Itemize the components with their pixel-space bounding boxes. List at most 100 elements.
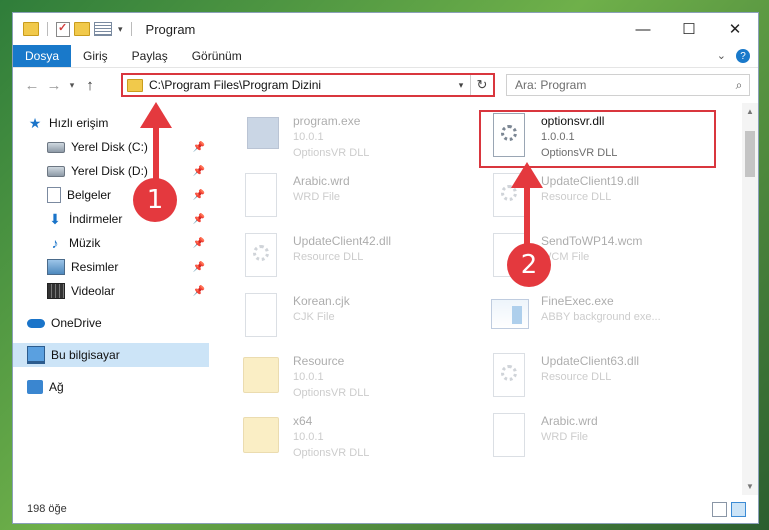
file-icon <box>485 411 533 461</box>
annotation-arrow-2 <box>524 186 530 248</box>
file-item[interactable]: UpdateClient42.dll Resource DLL <box>237 231 477 287</box>
file-type: WRD File <box>541 431 589 443</box>
file-icon <box>237 291 285 341</box>
sidebar-item-onedrive[interactable]: OneDrive <box>13 311 209 335</box>
address-bar[interactable]: C:\Program Files\Program Dizini ▾ ↻ <box>121 73 495 97</box>
sidebar-item-music[interactable]: ♪ Müzik 📌 <box>13 231 209 255</box>
pin-icon[interactable]: 📌 <box>193 142 205 153</box>
file-name: FineExec.exe <box>541 294 614 308</box>
scroll-thumb[interactable] <box>745 131 755 177</box>
file-item[interactable]: FineExec.exe ABBY background exe... <box>485 291 725 347</box>
close-button[interactable]: ✕ <box>712 13 758 45</box>
file-name: UpdateClient63.dll <box>541 354 640 368</box>
folder-icon <box>237 351 285 401</box>
pin-icon[interactable]: 📌 <box>193 262 205 273</box>
file-version: 10.0.1 <box>293 431 324 443</box>
annotation-badge-1: 1 <box>133 178 177 222</box>
sidebar-item-network[interactable]: Ağ <box>13 375 209 399</box>
file-description: OptionsVR DLL <box>293 147 370 159</box>
large-icons-view-icon[interactable] <box>731 502 746 517</box>
sidebar-item-label: İndirmeler <box>69 212 123 226</box>
status-bar: 198 öğe <box>13 495 758 523</box>
highlight-box-file <box>479 110 716 168</box>
window-controls: — ☐ ✕ <box>620 13 758 45</box>
file-item[interactable]: Arabic.wrd WRD File <box>237 171 477 227</box>
sidebar-item-label: OneDrive <box>51 316 102 330</box>
view-buttons <box>712 502 746 517</box>
sidebar-item-label: Bu bilgisayar <box>51 348 120 362</box>
sidebar-item-label: Hızlı erişim <box>49 116 109 130</box>
ribbon-right: ⌄ ? <box>717 49 750 63</box>
scroll-up-icon[interactable]: ▲ <box>746 107 754 116</box>
downloads-icon: ⬇ <box>49 211 61 227</box>
sidebar-item-this-pc[interactable]: Bu bilgisayar <box>13 343 209 367</box>
title-bar: ▾ Program — ☐ ✕ <box>13 13 758 45</box>
divider <box>130 22 132 36</box>
tab-share[interactable]: Paylaş <box>120 45 180 67</box>
file-type: CJK File <box>293 311 335 323</box>
pin-icon[interactable]: 📌 <box>193 286 205 297</box>
properties-check-icon[interactable] <box>56 21 70 37</box>
file-type: Resource DLL <box>541 191 612 203</box>
up-arrow-icon[interactable]: ↑ <box>79 77 101 94</box>
address-path[interactable]: C:\Program Files\Program Dizini <box>149 78 452 92</box>
drive-icon <box>47 141 65 153</box>
scroll-down-icon[interactable]: ▼ <box>746 482 754 491</box>
sidebar-item-label: Yerel Disk (C:) <box>71 140 148 154</box>
search-icon: ⌕ <box>735 77 743 92</box>
sidebar-item-documents[interactable]: Belgeler 📌 <box>13 183 209 207</box>
sidebar-item-quick-access[interactable]: ★ Hızlı erişim <box>13 111 209 135</box>
sidebar-item-label: Belgeler <box>67 188 112 202</box>
help-icon[interactable]: ? <box>736 49 750 63</box>
search-placeholder[interactable]: Ara: Program <box>515 78 729 92</box>
sidebar-item-downloads[interactable]: ⬇ İndirmeler 📌 <box>13 207 209 231</box>
file-type: Resource DLL <box>293 251 364 263</box>
sidebar-item-label: Müzik <box>69 236 101 250</box>
tab-file[interactable]: Dosya <box>13 45 71 67</box>
tab-home[interactable]: Giriş <box>71 45 120 67</box>
details-view-icon[interactable] <box>712 502 727 517</box>
pictures-icon <box>47 259 65 275</box>
file-version: 10.0.1 <box>293 371 324 383</box>
forward-arrow-icon[interactable]: → <box>43 77 65 94</box>
minimize-button[interactable]: — <box>620 13 666 45</box>
pin-icon[interactable]: 📌 <box>193 238 205 249</box>
expand-ribbon-icon[interactable]: ⌄ <box>717 49 726 63</box>
file-item[interactable]: Korean.cjk CJK File <box>237 291 477 347</box>
chevron-down-icon[interactable]: ▾ <box>118 24 123 35</box>
sidebar-item-videos[interactable]: Videolar 📌 <box>13 279 209 303</box>
navigation-bar: ← → ▾ ↑ C:\Program Files\Program Dizini … <box>13 68 758 102</box>
maximize-button[interactable]: ☐ <box>666 13 712 45</box>
file-item[interactable]: UpdateClient63.dll Resource DLL <box>485 351 725 407</box>
new-folder-icon[interactable] <box>74 22 90 36</box>
file-item[interactable]: program.exe 10.0.1 OptionsVR DLL <box>237 111 477 167</box>
pin-icon[interactable]: 📌 <box>193 166 205 177</box>
sidebar-item-disk-c[interactable]: Yerel Disk (C:) 📌 <box>13 135 209 159</box>
file-item[interactable]: x64 10.0.1 OptionsVR DLL <box>237 411 477 467</box>
recent-locations-icon[interactable]: ▾ <box>65 80 79 91</box>
file-description: OptionsVR DLL <box>293 447 370 459</box>
pin-icon[interactable]: 📌 <box>193 214 205 225</box>
drive-icon <box>47 165 65 177</box>
tab-view[interactable]: Görünüm <box>180 45 254 67</box>
documents-icon <box>47 187 61 203</box>
file-icon <box>237 171 285 221</box>
annotation-badge-2: 2 <box>507 243 551 287</box>
annotation-arrowhead-1 <box>140 102 172 128</box>
sidebar-item-disk-d[interactable]: Yerel Disk (D:) 📌 <box>13 159 209 183</box>
pin-icon[interactable]: 📌 <box>193 190 205 201</box>
network-icon <box>27 380 43 394</box>
refresh-icon[interactable]: ↻ <box>470 75 493 95</box>
explorer-window: ▾ Program — ☐ ✕ Dosya Giriş Paylaş Görün… <box>12 12 759 524</box>
sidebar-item-pictures[interactable]: Resimler 📌 <box>13 255 209 279</box>
file-item[interactable]: Resource 10.0.1 OptionsVR DLL <box>237 351 477 407</box>
search-input[interactable]: Ara: Program ⌕ <box>506 74 750 96</box>
dll-file-icon <box>237 231 285 281</box>
back-arrow-icon[interactable]: ← <box>21 77 43 94</box>
chevron-down-icon[interactable]: ▾ <box>452 80 470 91</box>
file-item[interactable]: Arabic.wrd WRD File <box>485 411 725 467</box>
window-title: Program <box>145 21 196 37</box>
vertical-scrollbar[interactable]: ▲ ▼ <box>742 103 758 495</box>
music-icon: ♪ <box>51 235 59 251</box>
customize-icon[interactable] <box>94 22 112 36</box>
